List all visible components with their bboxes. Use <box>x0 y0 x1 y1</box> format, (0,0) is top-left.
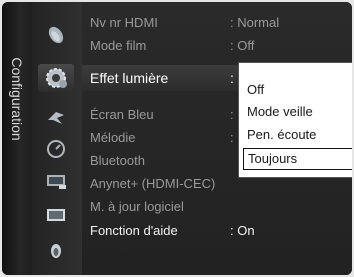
satellite-dish-icon[interactable] <box>45 24 67 46</box>
menu-item-film-mode[interactable]: Mode film : Off <box>82 35 352 57</box>
help-bulb-icon[interactable] <box>45 240 67 262</box>
menu-item-help-function[interactable]: Fonction d'aide : On <box>82 220 352 242</box>
settings-menu-window: Configuration Nv nr HDMI: Normal Mode f… <box>2 2 352 275</box>
icon-column <box>32 2 82 275</box>
dropdown-option-always[interactable]: Toujours <box>243 148 352 170</box>
dropdown-option-watching[interactable]: Pen. écoute <box>243 124 352 146</box>
chevron-tool-icon[interactable] <box>45 106 67 128</box>
menu-item-software-update[interactable]: M. à jour logiciel <box>82 196 352 218</box>
power-gauge-icon[interactable] <box>45 138 67 160</box>
tv-display-icon[interactable] <box>45 170 67 192</box>
monitor-screen-icon[interactable] <box>45 204 67 226</box>
dropdown-option-standby[interactable]: Mode veille <box>243 101 352 123</box>
category-tab[interactable]: Configuration <box>2 2 32 275</box>
menu-item-hdmi-black-level[interactable]: Nv nr HDMI : Normal <box>82 12 352 34</box>
light-effect-dropdown: Off Mode veille Pen. écoute Toujours <box>238 62 352 178</box>
dropdown-option-off[interactable]: Off <box>243 79 352 101</box>
category-label: Configuration <box>9 57 25 141</box>
settings-gear-icon[interactable] <box>38 64 74 92</box>
